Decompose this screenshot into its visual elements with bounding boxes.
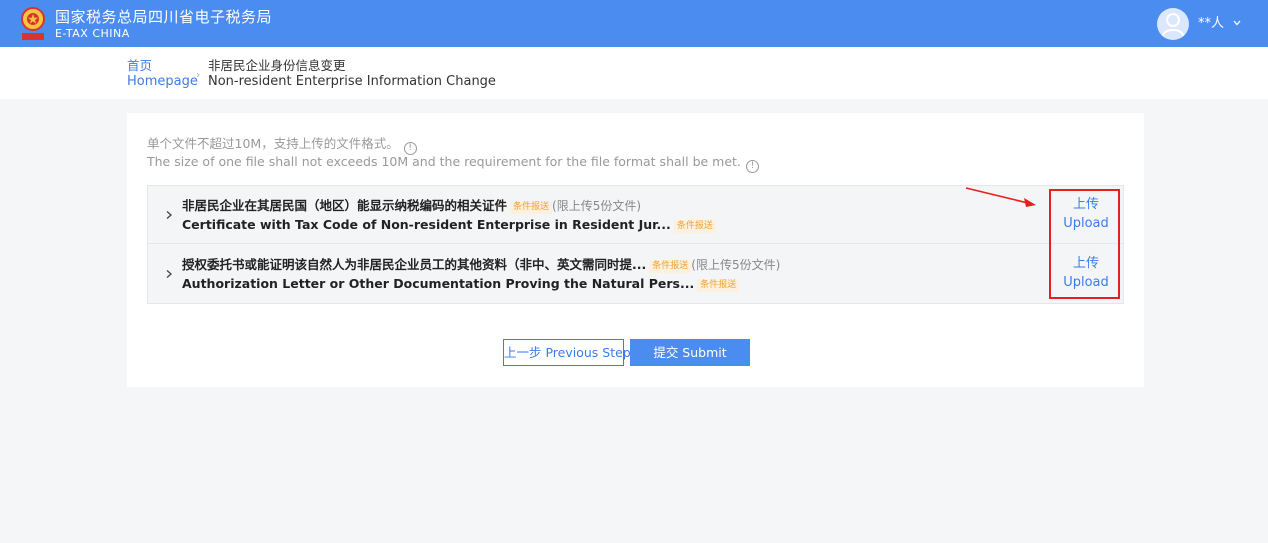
condition-badge: 条件报送 bbox=[673, 220, 716, 233]
breadcrumb-home-link[interactable]: 首页 bbox=[127, 58, 152, 74]
file-name: 非居民企业在其居民国（地区）能显示纳税编码的相关证件 条件报送 (限上传5份文件) bbox=[182, 198, 642, 214]
breadcrumb-home-link-en[interactable]: Homepage bbox=[127, 74, 198, 90]
chevron-right-icon[interactable] bbox=[165, 210, 173, 220]
chevron-right-icon[interactable] bbox=[165, 269, 173, 279]
site-subtitle: E-TAX CHINA bbox=[55, 27, 130, 40]
tax-emblem-icon bbox=[21, 7, 45, 40]
breadcrumb-current-en: Non-resident Enterprise Information Chan… bbox=[208, 74, 496, 89]
previous-step-button[interactable]: 上一步 Previous Step bbox=[503, 339, 631, 366]
info-circle-icon[interactable]: ! bbox=[745, 160, 759, 173]
annotation-highlight-box bbox=[1049, 189, 1120, 299]
file-name: 授权委托书或能证明该自然人为非居民企业员工的其他资料（非中、英文需同时提... 条… bbox=[182, 257, 781, 273]
user-avatar-icon[interactable] bbox=[1157, 8, 1189, 40]
condition-badge: 条件报送 bbox=[649, 260, 692, 273]
user-name[interactable]: **人 bbox=[1198, 16, 1224, 32]
top-header-bar: 国家税务总局四川省电子税务局 E-TAX CHINA **人 bbox=[0, 0, 1268, 47]
file-size-notice-en: The size of one file shall not exceeds 1… bbox=[147, 154, 759, 173]
upload-card: 单个文件不超过10M，支持上传的文件格式。! The size of one f… bbox=[127, 113, 1144, 387]
list-item: 授权委托书或能证明该自然人为非居民企业员工的其他资料（非中、英文需同时提... 条… bbox=[148, 245, 1123, 303]
condition-badge: 条件报送 bbox=[510, 201, 553, 214]
site-title: 国家税务总局四川省电子税务局 bbox=[55, 8, 273, 26]
upload-limit: (限上传5份文件) bbox=[552, 199, 642, 213]
annotation-arrow-icon bbox=[965, 187, 1036, 207]
upload-limit: (限上传5份文件) bbox=[691, 258, 781, 272]
file-name-en: Certificate with Tax Code of Non-residen… bbox=[182, 217, 716, 233]
submit-button[interactable]: 提交 Submit bbox=[630, 339, 750, 366]
breadcrumb-separator: › bbox=[196, 68, 201, 81]
file-name-en: Authorization Letter or Other Documentat… bbox=[182, 276, 740, 292]
breadcrumb: 首页 Homepage › 非居民企业身份信息变更 Non-resident E… bbox=[0, 47, 1268, 99]
breadcrumb-current: 非居民企业身份信息变更 bbox=[208, 58, 346, 73]
condition-badge: 条件报送 bbox=[697, 279, 740, 292]
file-size-notice: 单个文件不超过10M，支持上传的文件格式。! bbox=[147, 136, 417, 155]
chevron-down-icon[interactable] bbox=[1232, 18, 1242, 28]
